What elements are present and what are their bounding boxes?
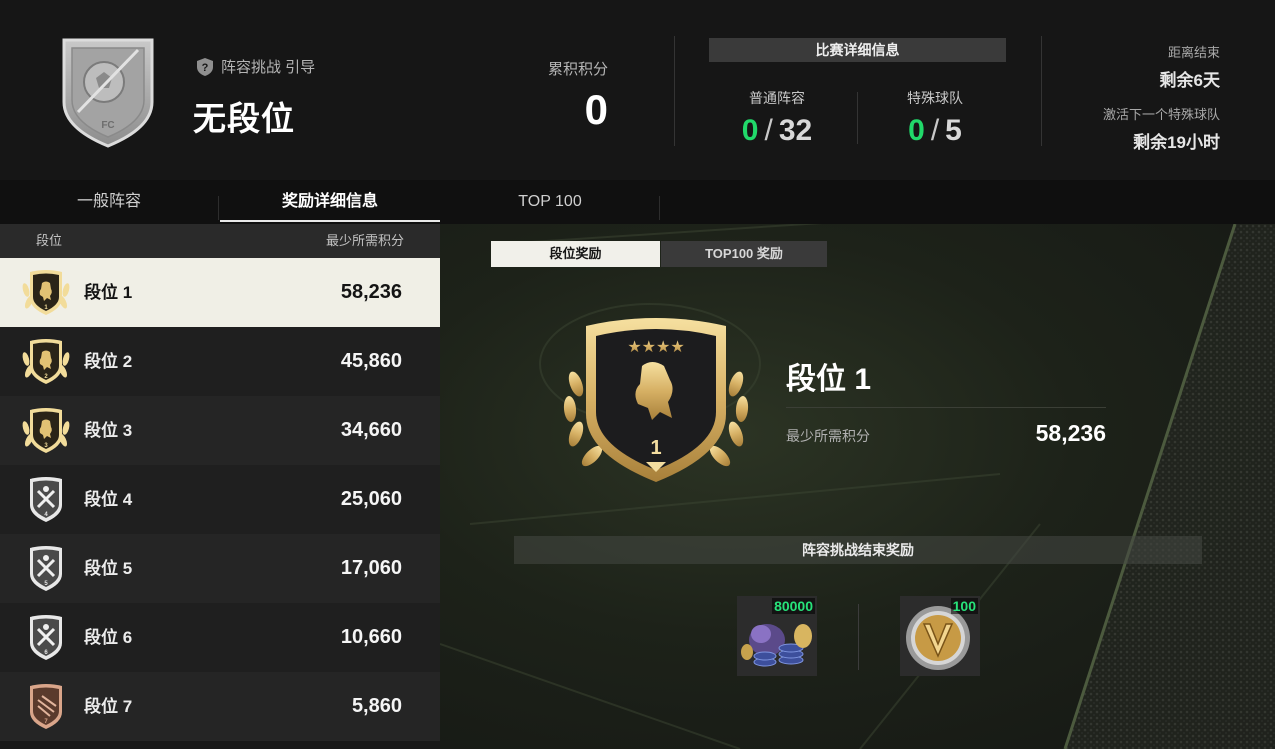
- rank-row[interactable]: 3 段位 3 34,660: [0, 396, 440, 465]
- rank-list-panel: 段位 最少所需积分 1 段位 1 58,236 2 段位 2 45,860 3 段位 3 34,…: [0, 224, 440, 749]
- rank-row-name: 段位 1: [84, 283, 133, 302]
- emblem-number: 1: [650, 437, 661, 459]
- points-label: 累积积分: [547, 61, 608, 78]
- subtab-rank-rewards[interactable]: 段位奖励: [491, 241, 660, 267]
- special-team-progress: 0/5: [865, 114, 1005, 148]
- reward-quantity: 80000: [772, 598, 815, 614]
- rank-row[interactable]: 2 段位 2 45,860: [0, 327, 440, 396]
- tab-divider: [218, 196, 219, 220]
- points-value: 0: [584, 86, 608, 133]
- divider: [786, 407, 1106, 408]
- regular-squad-progress: 0/32: [707, 114, 847, 148]
- rank-row-name: 段位 2: [84, 352, 133, 371]
- rank-list-header: 段位 最少所需积分: [0, 224, 440, 258]
- rank-row[interactable]: 1 段位 1 58,236: [0, 258, 440, 327]
- current-rank-name: 无段位: [193, 100, 295, 137]
- divider: [857, 92, 858, 144]
- no-rank-emblem-icon: FC: [62, 38, 154, 148]
- rank-row-points: 45,860: [340, 350, 402, 372]
- rank-row-name: 段位 7: [84, 697, 133, 716]
- rank-row-points: 25,060: [340, 488, 402, 510]
- regular-squad-total: 32: [778, 114, 813, 147]
- divider: [674, 36, 675, 146]
- special-team-label: 特殊球队: [907, 90, 963, 106]
- reward-quantity: 100: [950, 598, 978, 614]
- rank-row-name: 段位 6: [84, 628, 133, 647]
- column-rank: 段位: [36, 233, 63, 248]
- rank-badge-icon: 6: [30, 615, 62, 660]
- svg-text:?: ?: [202, 62, 209, 74]
- subtab-top100-rewards[interactable]: TOP100 奖励: [661, 241, 827, 267]
- rank-rows: 1 段位 1 58,236 2 段位 2 45,860 3 段位 3 34,660 4 段位 4 25…: [0, 258, 440, 741]
- reward-v-coins[interactable]: 100: [900, 596, 980, 676]
- svg-text:★★★★: ★★★★: [627, 337, 684, 356]
- reward-coins[interactable]: 80000: [737, 596, 817, 676]
- regular-squad-current: 0: [741, 114, 759, 147]
- divider: [858, 604, 859, 670]
- separator: /: [764, 114, 773, 147]
- rank-row-points: 58,236: [340, 281, 402, 303]
- tab-divider: [659, 196, 660, 220]
- tab-top100[interactable]: TOP 100: [440, 180, 660, 222]
- main-tabs: 一般阵容 奖励详细信息 TOP 100: [0, 180, 660, 224]
- end-label: 距离结束: [1167, 45, 1220, 60]
- rank-row-points: 5,860: [351, 695, 402, 717]
- min-points-value: 58,236: [1035, 420, 1106, 446]
- special-team-current: 0: [908, 114, 925, 147]
- svg-text:FC: FC: [101, 120, 114, 131]
- rank-detail-panel: 段位奖励 TOP100 奖励 ★★★★ 1 段位 1 最少所需积分 58,236…: [440, 224, 1275, 749]
- rank-row-name: 段位 3: [84, 421, 133, 440]
- rank-row[interactable]: 4 段位 4 25,060: [0, 465, 440, 534]
- tab-reward-details[interactable]: 奖励详细信息: [220, 180, 440, 222]
- selected-rank-name: 段位 1: [786, 363, 872, 396]
- rank-badge-icon: 5: [30, 546, 62, 591]
- rank-row-name: 段位 4: [84, 490, 133, 509]
- end-rewards-title: 阵容挑战结束奖励: [514, 536, 1202, 564]
- column-min-points: 最少所需积分: [325, 233, 404, 248]
- regular-squad-label: 普通阵容: [749, 90, 805, 106]
- rank-row-points: 34,660: [340, 419, 402, 441]
- rank-row[interactable]: 6 段位 6 10,660: [0, 603, 440, 672]
- min-points-label: 最少所需积分: [786, 428, 870, 444]
- rank-badge-icon: 4: [30, 477, 62, 522]
- rank-1-emblem-icon: ★★★★ 1: [563, 318, 749, 482]
- rank-row-points: 17,060: [340, 557, 402, 579]
- rank-badge-icon: 3: [22, 408, 70, 453]
- rank-row-name: 段位 5: [84, 559, 133, 578]
- rank-row-points: 10,660: [340, 626, 402, 648]
- divider: [1041, 36, 1042, 146]
- special-team-total: 5: [945, 114, 962, 147]
- rank-row[interactable]: 7 段位 7 5,860: [0, 672, 440, 741]
- rank-badge-icon: 2: [22, 339, 70, 384]
- next-special-countdown: 剩余19小时: [1133, 133, 1220, 152]
- end-countdown: 剩余6天: [1159, 71, 1220, 90]
- separator: /: [930, 114, 940, 147]
- rank-row[interactable]: 5 段位 5 17,060: [0, 534, 440, 603]
- rank-badge-icon: 7: [30, 684, 62, 729]
- help-icon: ?: [196, 57, 214, 77]
- rank-badge-icon: 1: [22, 270, 70, 315]
- next-special-label: 激活下一个特殊球队: [1102, 107, 1220, 122]
- tab-general-squad[interactable]: 一般阵容: [0, 180, 218, 222]
- guide-link[interactable]: ? 阵容挑战 引导: [196, 56, 315, 77]
- header-bar: FC ? 阵容挑战 引导 无段位 累积积分 0 比赛详细信息 普通阵容 0/32…: [0, 0, 1275, 180]
- guide-label: 阵容挑战 引导: [221, 59, 316, 76]
- match-details-title: 比赛详细信息: [709, 38, 1006, 62]
